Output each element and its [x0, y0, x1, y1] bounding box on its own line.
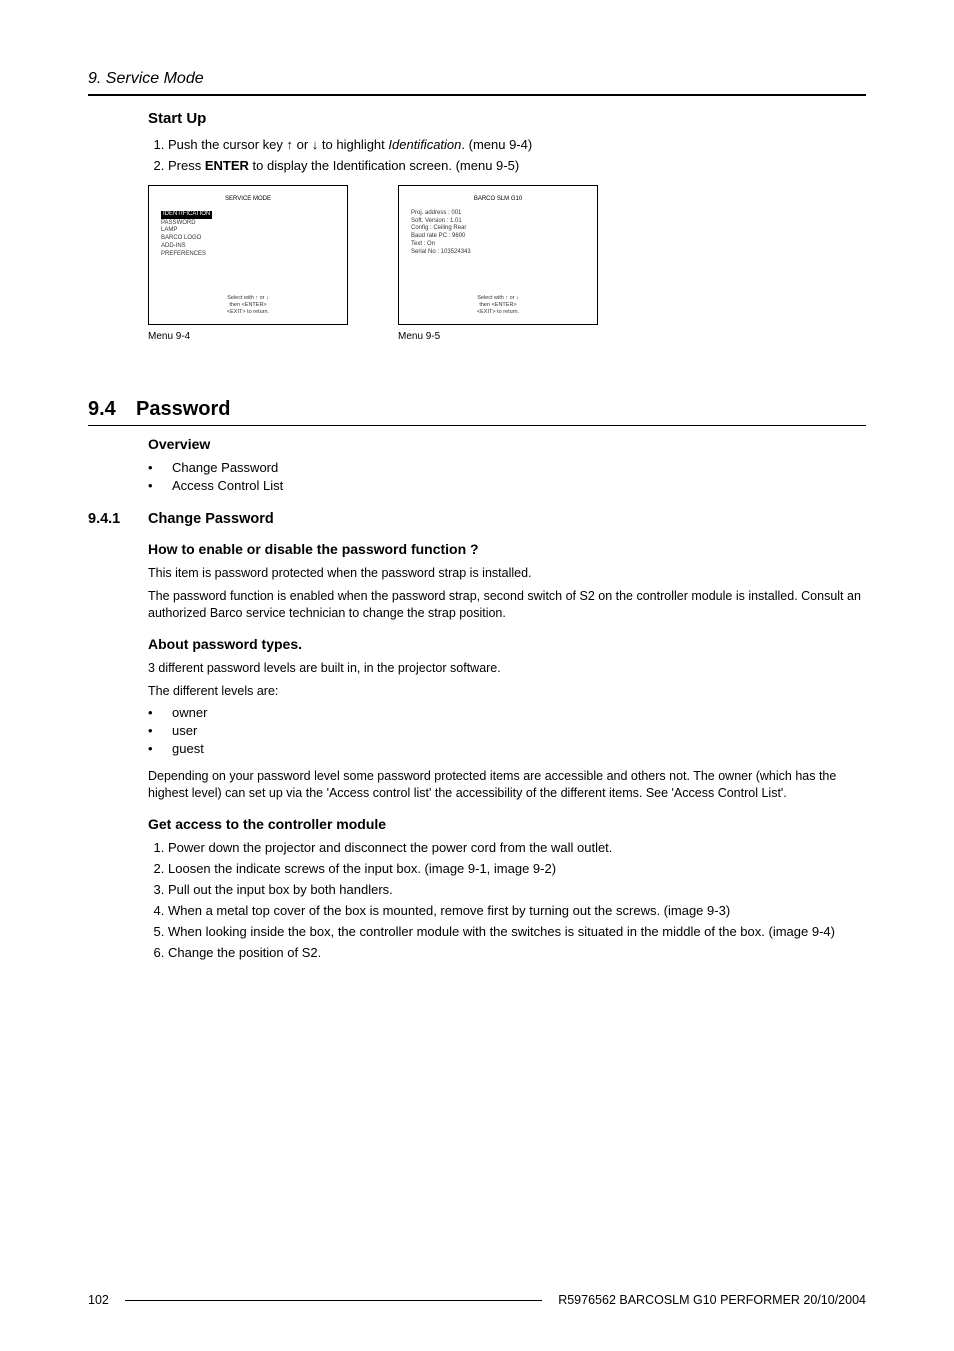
levels-list: owner user guest: [148, 705, 866, 756]
text: then <ENTER>: [229, 302, 266, 308]
highlighted-item: IDENTIFICATION: [161, 211, 212, 219]
access-step: When a metal top cover of the box is mou…: [168, 903, 866, 918]
access-step: Pull out the input box by both handlers.: [168, 882, 866, 897]
access-step: When looking inside the box, the control…: [168, 924, 866, 939]
row: IDENTIFICATION: [161, 210, 335, 220]
emphasis: Identification: [388, 137, 461, 152]
text: Select with: [477, 295, 505, 301]
menu-9-4-wrap: SERVICE MODE IDENTIFICATION PASSWORD LAM…: [148, 185, 348, 342]
text: or: [508, 295, 516, 301]
list-item: owner: [148, 705, 866, 720]
menu-caption: Menu 9-4: [148, 331, 348, 342]
text: then <ENTER>: [479, 302, 516, 308]
menu-illustrations: SERVICE MODE IDENTIFICATION PASSWORD LAM…: [148, 185, 866, 342]
subsection-heading: 9.4.1 Change Password: [88, 511, 866, 527]
overview-heading: Overview: [148, 436, 866, 452]
menu-title: SERVICE MODE: [161, 196, 335, 204]
menu-9-5-wrap: BARCO SLM G10 Proj. address : 001 Soft. …: [398, 185, 598, 342]
menu-line: Proj. address : 001: [411, 210, 585, 218]
page-footer: 102 R5976562 BARCOSLM G10 PERFORMER 20/1…: [88, 1293, 866, 1307]
howto-heading: How to enable or disable the password fu…: [148, 541, 866, 557]
access-step: Change the position of S2.: [168, 945, 866, 960]
paragraph: 3 different password levels are built in…: [148, 660, 866, 677]
section-rule: [88, 425, 866, 426]
startup-steps: Push the cursor key ↑ or ↓ to highlight …: [148, 137, 866, 173]
text: <EXIT> to return.: [227, 309, 269, 315]
paragraph: The different levels are:: [148, 683, 866, 700]
list-item: guest: [148, 741, 866, 756]
menu-item: BARCO LOGO: [161, 235, 335, 243]
menu-title: BARCO SLM G10: [411, 196, 585, 204]
menu-footer: Select with ↑ or ↓ then <ENTER> <EXIT> t…: [161, 295, 335, 316]
menu-item: PREFERENCES: [161, 251, 335, 259]
access-steps: Power down the projector and disconnect …: [148, 840, 866, 960]
menu-item: PASSWORD: [161, 220, 335, 228]
paragraph: Depending on your password level some pa…: [148, 768, 866, 802]
text: Select with: [227, 295, 255, 301]
section-body: Overview Change Password Access Control …: [148, 436, 866, 960]
section-heading: 9.4 Password: [88, 398, 866, 421]
access-step: Power down the projector and disconnect …: [168, 840, 866, 855]
doc-id: R5976562 BARCOSLM G10 PERFORMER 20/10/20…: [558, 1293, 866, 1307]
subsection-title: Change Password: [148, 511, 274, 527]
text: to display the Identification screen. (m…: [249, 158, 519, 173]
access-heading: Get access to the controller module: [148, 816, 866, 832]
access-step: Loosen the indicate screws of the input …: [168, 861, 866, 876]
paragraph: The password function is enabled when th…: [148, 588, 866, 622]
menu-line: Baud rate PC : 9600: [411, 233, 585, 241]
section-number: 9.4: [88, 398, 136, 421]
list-item: Change Password: [148, 460, 866, 475]
page-number: 102: [88, 1293, 109, 1307]
startup-heading: Start Up: [148, 110, 866, 127]
strong: ENTER: [205, 158, 249, 173]
running-header: 9. Service Mode: [88, 70, 866, 94]
menu-9-5: BARCO SLM G10 Proj. address : 001 Soft. …: [398, 185, 598, 325]
footer-rule: [125, 1300, 542, 1301]
startup-step-1: Push the cursor key ↑ or ↓ to highlight …: [168, 137, 866, 152]
menu-line: Serial No : 103524343: [411, 249, 585, 257]
text: Press: [168, 158, 205, 173]
menu-item: LAMP: [161, 227, 335, 235]
startup-step-2: Press ENTER to display the Identificatio…: [168, 158, 866, 173]
page: 9. Service Mode Start Up Push the cursor…: [0, 0, 954, 1351]
list-item: user: [148, 723, 866, 738]
menu-line: Soft. Version : 1.01: [411, 218, 585, 226]
subsection-number: 9.4.1: [88, 511, 148, 527]
overview-list: Change Password Access Control List: [148, 460, 866, 493]
menu-9-4: SERVICE MODE IDENTIFICATION PASSWORD LAM…: [148, 185, 348, 325]
text: or: [258, 295, 266, 301]
menu-caption: Menu 9-5: [398, 331, 598, 342]
section-title: Password: [136, 398, 230, 421]
header-rule: [88, 94, 866, 96]
list-item: Access Control List: [148, 478, 866, 493]
menu-line: Config : Ceiling Rear: [411, 225, 585, 233]
menu-footer: Select with ↑ or ↓ then <ENTER> <EXIT> t…: [411, 295, 585, 316]
menu-line: Text : On: [411, 241, 585, 249]
body: Start Up Push the cursor key ↑ or ↓ to h…: [148, 110, 866, 342]
text: . (menu 9-4): [461, 137, 532, 152]
text: Push the cursor key ↑ or ↓ to highlight: [168, 137, 388, 152]
types-heading: About password types.: [148, 636, 866, 652]
menu-item: ADD-INS: [161, 243, 335, 251]
paragraph: This item is password protected when the…: [148, 565, 866, 582]
text: <EXIT> to return.: [477, 309, 519, 315]
